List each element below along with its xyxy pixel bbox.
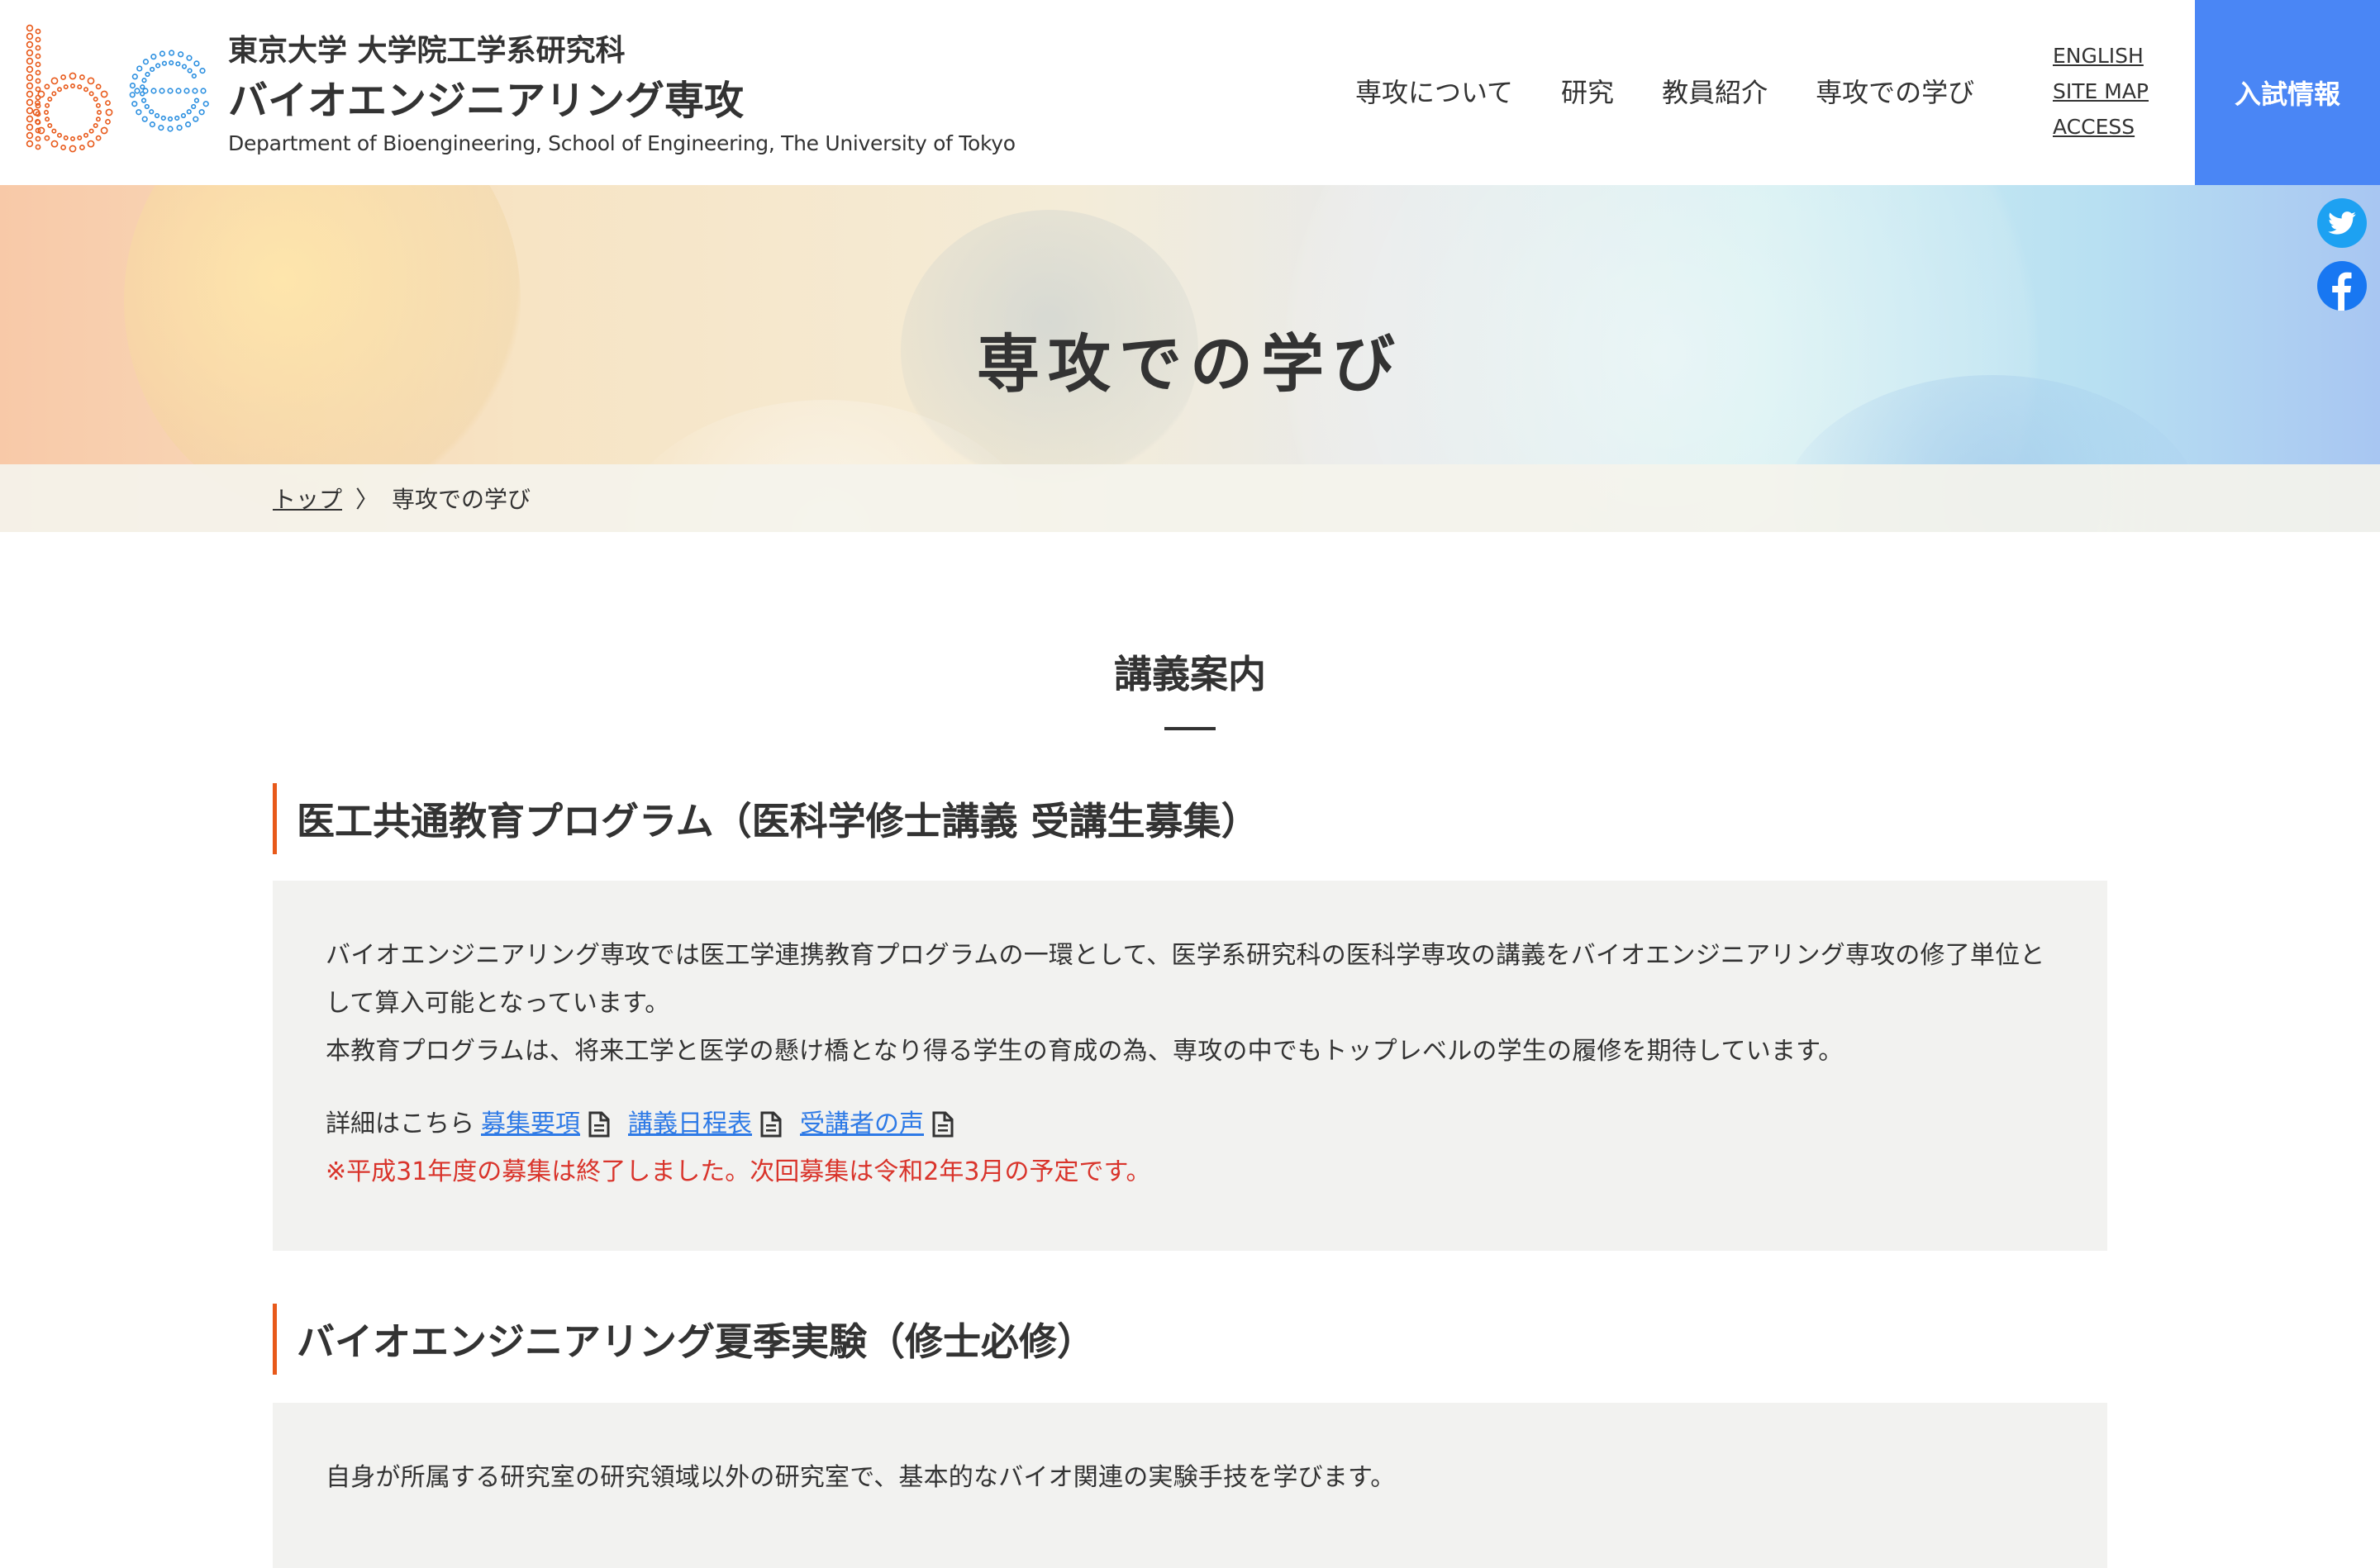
nav-item-about[interactable]: 専攻について (1355, 69, 1513, 116)
document-icon[interactable] (760, 1111, 782, 1138)
program2-info-box: 自身が所属する研究室の研究領域以外の研究室で、基本的なバイオ関連の実験手技を学び… (273, 1403, 2107, 1568)
section-title: 講義案内 (1114, 652, 1266, 696)
program1-description: バイオエンジニアリング専攻では医工学連携教育プログラムの一環として、医学系研究科… (326, 941, 2045, 1018)
program1-info-box: バイオエンジニアリング専攻では医工学連携教育プログラムの一環として、医学系研究科… (273, 881, 2107, 1251)
section-title-underline (1164, 727, 1216, 730)
department-logo-icon[interactable] (21, 23, 217, 160)
english-link[interactable]: ENGLISH (2053, 38, 2149, 74)
student-voices-link[interactable]: 受講者の声 (800, 1100, 924, 1148)
department-name: バイオエンジニアリング専攻 (228, 78, 745, 124)
program1-heading: 医工共通教育プログラム（医科学修士講義 受講生募集） (273, 783, 1259, 854)
facebook-f-icon (2332, 272, 2352, 311)
nav-item-research[interactable]: 研究 (1561, 69, 1614, 116)
university-name: 東京大学 大学院工学系研究科 (228, 34, 626, 68)
access-link[interactable]: ACCESS (2053, 109, 2149, 145)
program2-description: 自身が所属する研究室の研究領域以外の研究室で、基本的なバイオ関連の実験手技を学び… (326, 1463, 1396, 1492)
site-map-link[interactable]: SITE MAP (2053, 74, 2149, 109)
twitter-icon[interactable] (2317, 198, 2367, 248)
recruitment-guide-link[interactable]: 募集要項 (481, 1100, 580, 1148)
site-header: 東京大学 大学院工学系研究科 バイオエンジニアリング専攻 Department … (0, 0, 2380, 185)
main-nav: 専攻について 研究 教員紹介 専攻での学び (1355, 69, 1974, 116)
breadcrumb-separator: 〉 (355, 486, 379, 513)
detail-prefix: 詳細はこちら (326, 1109, 474, 1138)
admission-info-button[interactable]: 入試情報 (2195, 0, 2380, 185)
document-icon[interactable] (588, 1111, 610, 1138)
breadcrumb: トップ 〉 専攻での学び (0, 464, 2380, 532)
sub-nav: ENGLISH SITE MAP ACCESS (2053, 38, 2149, 145)
breadcrumb-home-link[interactable]: トップ (273, 482, 342, 515)
site-title[interactable]: 東京大学 大学院工学系研究科 バイオエンジニアリング専攻 Department … (228, 30, 1016, 159)
nav-item-education[interactable]: 専攻での学び (1816, 69, 1974, 116)
document-icon[interactable] (932, 1111, 954, 1138)
lecture-schedule-link[interactable]: 講義日程表 (628, 1100, 752, 1148)
nav-item-faculty[interactable]: 教員紹介 (1662, 69, 1768, 116)
breadcrumb-current: 専攻での学び (392, 486, 531, 513)
program1-detail-links: 詳細はこちら 募集要項 講義日程表 受講者の声 (326, 1100, 2054, 1148)
department-name-en: Department of Bioengineering, School of … (228, 131, 1016, 155)
twitter-bird-icon (2328, 211, 2356, 235)
recruitment-notice: ※平成31年度の募集は終了しました。次回募集は令和2年3月の予定です。 (326, 1157, 1151, 1186)
program1-expectation: 本教育プログラムは、将来工学と医学の懸け橋となり得る学生の育成の為、専攻の中でも… (326, 1037, 1844, 1066)
program2-heading: バイオエンジニアリング夏季実験（修士必修） (273, 1304, 1095, 1375)
facebook-icon[interactable] (2317, 261, 2367, 311)
